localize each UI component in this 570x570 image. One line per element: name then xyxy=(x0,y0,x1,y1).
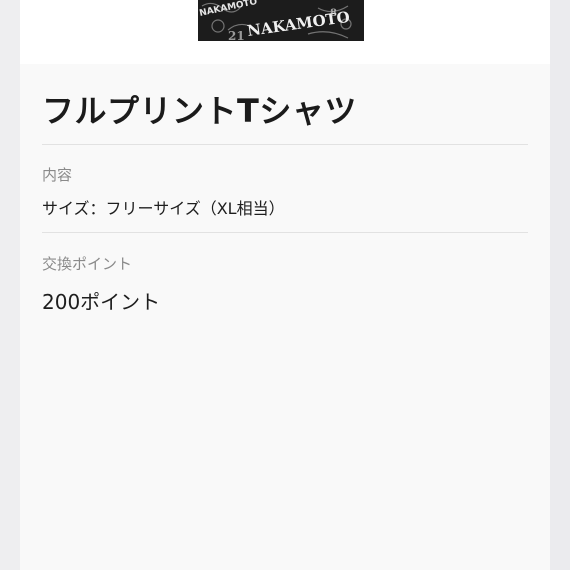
tshirt-print-graphic: NAKAMOTO NAKAMOTO 21 8 xyxy=(198,0,364,41)
points-value: 200ポイント xyxy=(42,290,161,314)
product-image[interactable]: NAKAMOTO NAKAMOTO 21 8 xyxy=(198,0,364,41)
divider xyxy=(42,232,528,233)
divider xyxy=(42,144,528,145)
contents-value: サイズ：フリーサイズ（XL相当） xyxy=(42,199,285,218)
contents-label: 内容 xyxy=(42,166,73,184)
svg-text:21: 21 xyxy=(228,29,245,41)
product-image-area: NAKAMOTO NAKAMOTO 21 8 xyxy=(20,0,550,64)
product-title: フルプリントTシャツ xyxy=(42,92,357,130)
page-edge xyxy=(550,0,570,570)
svg-text:8: 8 xyxy=(330,8,337,19)
points-label: 交換ポイント xyxy=(42,255,133,273)
product-card: NAKAMOTO NAKAMOTO 21 8 フルプリントTシャツ 内容 サイズ… xyxy=(20,0,550,570)
